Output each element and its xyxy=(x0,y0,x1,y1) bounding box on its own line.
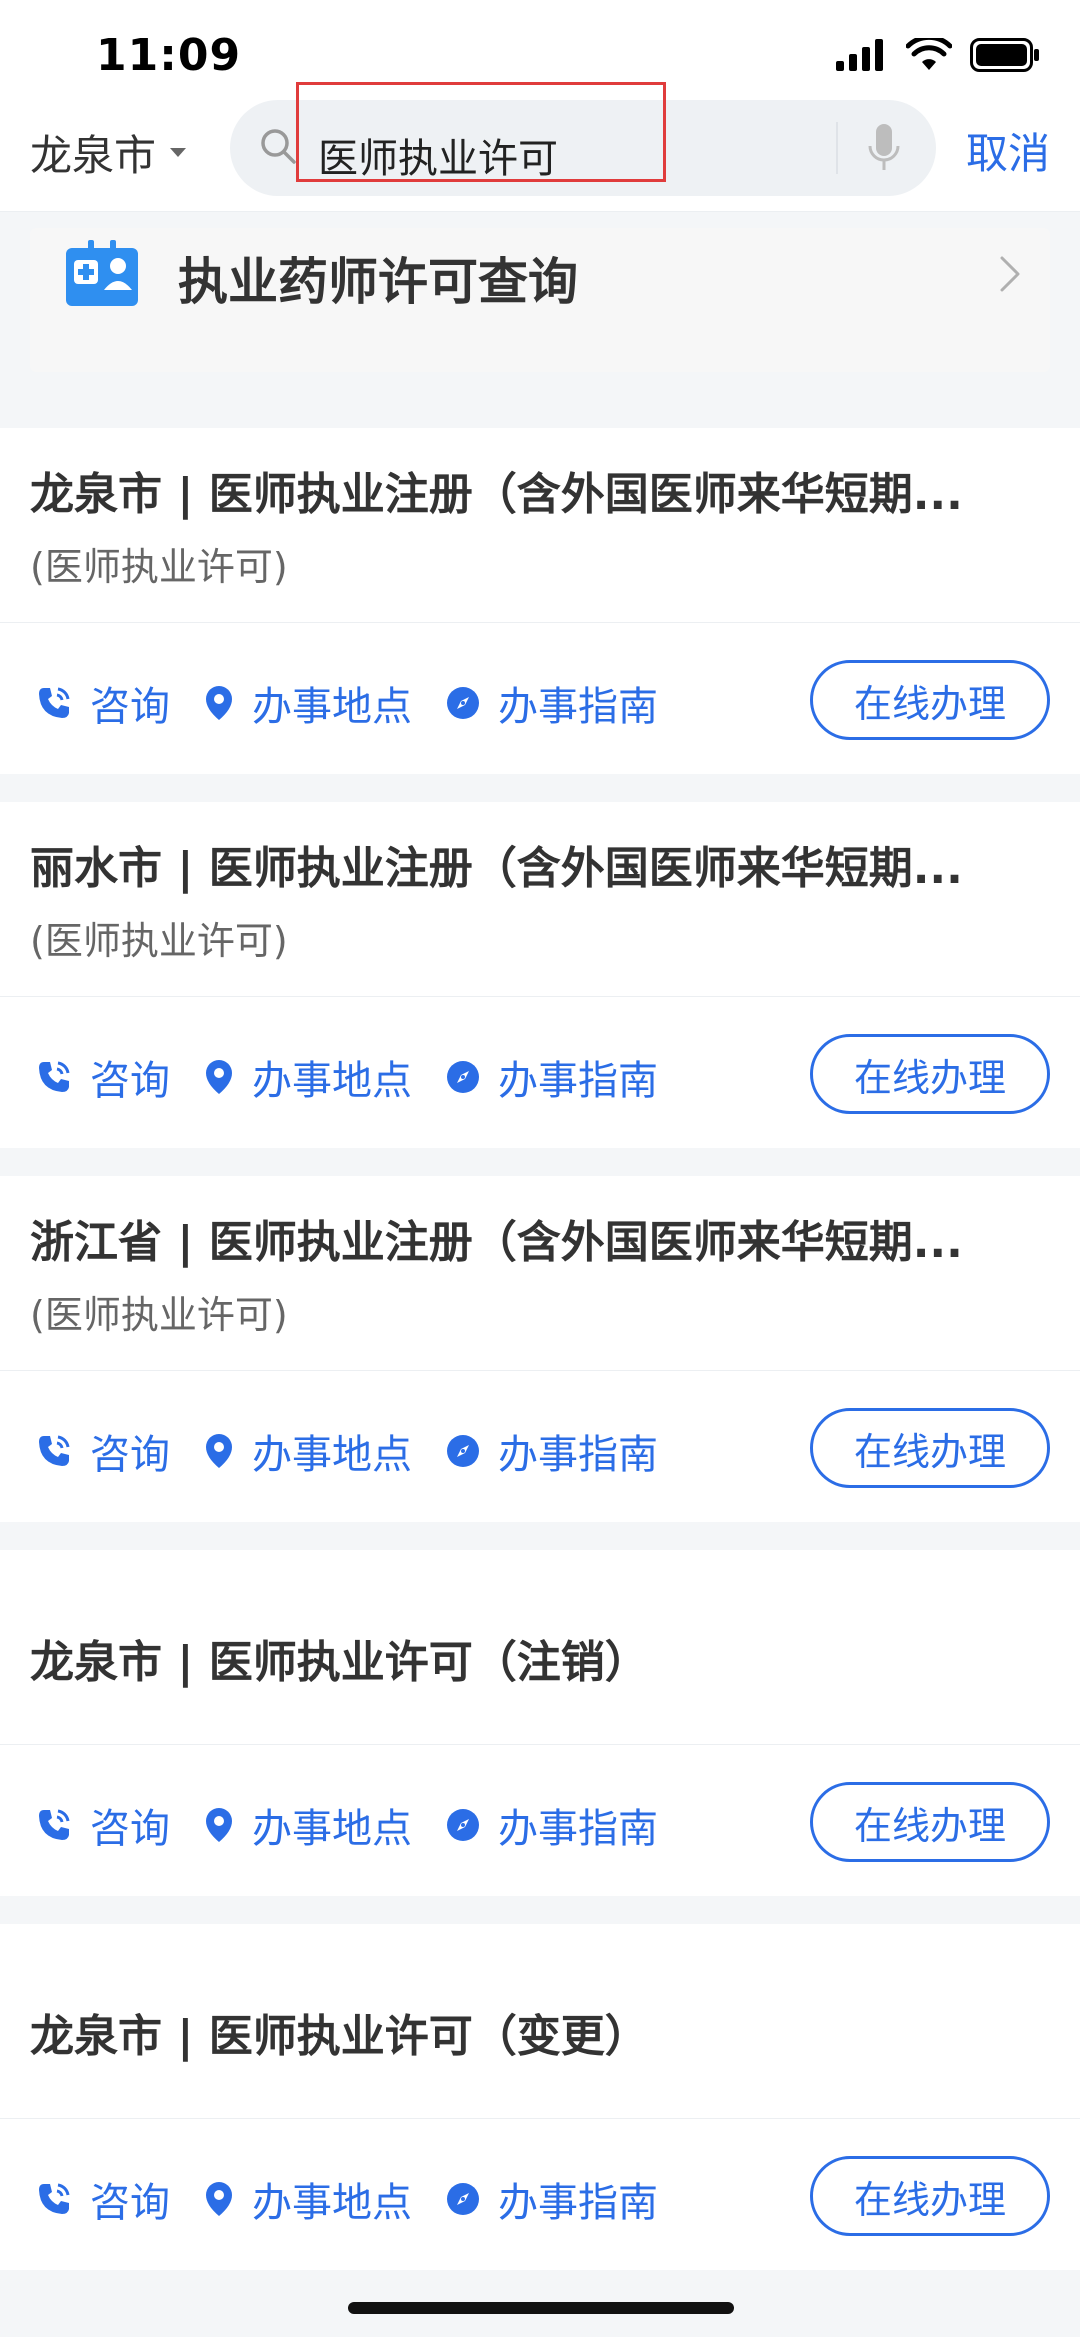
divider xyxy=(0,1744,1080,1745)
location-label: 办事地点 xyxy=(252,1058,412,1104)
result-card[interactable]: 龙泉市 | 医师执业注册（含外国医师来华短期... (医师执业许可) 咨询 办事… xyxy=(0,428,1080,774)
compass-icon xyxy=(447,2183,479,2215)
city-label: 龙泉市 xyxy=(30,131,157,180)
consult-label: 咨询 xyxy=(90,684,170,730)
online-apply-button[interactable]: 在线办理 xyxy=(810,1034,1050,1114)
result-subtitle: (医师执业许可) xyxy=(30,545,288,589)
online-apply-button[interactable]: 在线办理 xyxy=(810,1782,1050,1862)
consult-label: 咨询 xyxy=(90,1058,170,1104)
online-apply-button[interactable]: 在线办理 xyxy=(810,1408,1050,1488)
result-subtitle: (医师执业许可) xyxy=(30,1293,288,1337)
result-title: 龙泉市 | 医师执业注册（含外国医师来华短期... xyxy=(30,469,963,520)
divider xyxy=(0,1370,1080,1371)
phone-icon xyxy=(39,687,70,718)
location-label: 办事地点 xyxy=(252,1432,412,1478)
compass-icon xyxy=(447,1061,479,1093)
location-link[interactable]: 办事地点 xyxy=(204,1796,412,1854)
location-pin-icon xyxy=(206,1434,232,1468)
location-link[interactable]: 办事地点 xyxy=(204,1048,412,1106)
result-card[interactable]: 龙泉市 | 医师执业许可（变更） 咨询 办事地点 办事指南 在线办理 xyxy=(0,1924,1080,2270)
consult-label: 咨询 xyxy=(90,1432,170,1478)
consult-link[interactable]: 咨询 xyxy=(36,1048,170,1106)
compass-icon xyxy=(447,1809,479,1841)
status-time: 11:09 xyxy=(96,30,242,81)
battery-icon xyxy=(970,38,1039,72)
divider xyxy=(0,622,1080,623)
search-divider xyxy=(836,122,838,174)
chevron-right-icon xyxy=(1000,256,1020,292)
result-subtitle: (医师执业许可) xyxy=(30,919,288,963)
consult-link[interactable]: 咨询 xyxy=(36,2170,170,2228)
result-actions: 咨询 办事地点 办事指南 在线办理 xyxy=(0,1746,1080,1896)
guide-label: 办事指南 xyxy=(498,684,658,730)
home-indicator[interactable] xyxy=(348,2302,734,2314)
city-selector[interactable]: 龙泉市 xyxy=(30,122,187,183)
result-card[interactable]: 浙江省 | 医师执业注册（含外国医师来华短期... (医师执业许可) 咨询 办事… xyxy=(0,1176,1080,1522)
phone-icon xyxy=(39,2183,70,2214)
medical-id-card-icon xyxy=(66,240,138,306)
location-link[interactable]: 办事地点 xyxy=(204,674,412,732)
result-actions: 咨询 办事地点 办事指南 在线办理 xyxy=(0,624,1080,774)
feature-card-title: 执业药师许可查询 xyxy=(178,253,578,311)
guide-link[interactable]: 办事指南 xyxy=(446,1422,658,1480)
signal-icon xyxy=(836,39,883,71)
result-actions: 咨询 办事地点 办事指南 在线办理 xyxy=(0,998,1080,1148)
compass-icon xyxy=(447,687,479,719)
guide-link[interactable]: 办事指南 xyxy=(446,674,658,732)
consult-link[interactable]: 咨询 xyxy=(36,1422,170,1480)
result-actions: 咨询 办事地点 办事指南 在线办理 xyxy=(0,1372,1080,1522)
guide-label: 办事指南 xyxy=(498,2180,658,2226)
chevron-down-icon xyxy=(170,148,187,157)
location-label: 办事地点 xyxy=(252,2180,412,2226)
online-apply-button[interactable]: 在线办理 xyxy=(810,660,1050,740)
cancel-button[interactable]: 取消 xyxy=(966,120,1050,181)
location-pin-icon xyxy=(206,2182,232,2216)
result-title: 丽水市 | 医师执业注册（含外国医师来华短期... xyxy=(30,843,963,894)
consult-label: 咨询 xyxy=(90,2180,170,2226)
guide-link[interactable]: 办事指南 xyxy=(446,1796,658,1854)
wifi-icon xyxy=(906,38,952,70)
pharmacist-license-card[interactable]: 执业药师许可查询 xyxy=(30,228,1050,372)
location-pin-icon xyxy=(206,686,232,720)
result-actions: 咨询 办事地点 办事指南 在线办理 xyxy=(0,2120,1080,2270)
result-title: 龙泉市 | 医师执业许可（注销） xyxy=(30,1637,649,1688)
result-title: 龙泉市 | 医师执业许可（变更） xyxy=(30,2011,649,2062)
guide-link[interactable]: 办事指南 xyxy=(446,1048,658,1106)
location-label: 办事地点 xyxy=(252,1806,412,1852)
consult-link[interactable]: 咨询 xyxy=(36,674,170,732)
location-pin-icon xyxy=(206,1808,232,1842)
search-highlight-box xyxy=(296,82,666,182)
divider xyxy=(0,996,1080,997)
result-card[interactable]: 丽水市 | 医师执业注册（含外国医师来华短期... (医师执业许可) 咨询 办事… xyxy=(0,802,1080,1148)
online-apply-button[interactable]: 在线办理 xyxy=(810,2156,1050,2236)
location-pin-icon xyxy=(206,1060,232,1094)
consult-link[interactable]: 咨询 xyxy=(36,1796,170,1854)
status-icons xyxy=(836,38,1040,72)
guide-label: 办事指南 xyxy=(498,1806,658,1852)
guide-label: 办事指南 xyxy=(498,1432,658,1478)
divider xyxy=(0,2118,1080,2119)
location-link[interactable]: 办事地点 xyxy=(204,1422,412,1480)
guide-label: 办事指南 xyxy=(498,1058,658,1104)
location-link[interactable]: 办事地点 xyxy=(204,2170,412,2228)
result-card[interactable]: 龙泉市 | 医师执业许可（注销） 咨询 办事地点 办事指南 在线办理 xyxy=(0,1550,1080,1896)
search-icon xyxy=(261,129,296,164)
guide-link[interactable]: 办事指南 xyxy=(446,2170,658,2228)
phone-icon xyxy=(39,1435,70,1466)
app-root: 11:09 龙泉市 医师执业许可 取消 执业药师许可查询 龙泉市 | 医师执业注… xyxy=(0,0,1080,2337)
phone-icon xyxy=(39,1061,70,1092)
consult-label: 咨询 xyxy=(90,1806,170,1852)
compass-icon xyxy=(447,1435,479,1467)
result-title: 浙江省 | 医师执业注册（含外国医师来华短期... xyxy=(30,1217,963,1268)
phone-icon xyxy=(39,1809,70,1840)
microphone-icon[interactable] xyxy=(866,122,902,174)
location-label: 办事地点 xyxy=(252,684,412,730)
